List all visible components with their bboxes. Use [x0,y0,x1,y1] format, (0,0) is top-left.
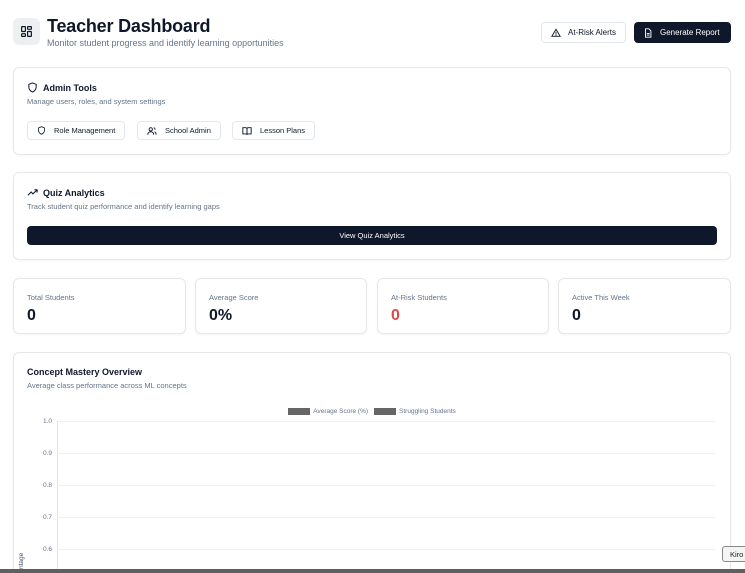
quiz-analytics-heading: Quiz Analytics [27,187,105,198]
stat-value: 0 [27,307,36,324]
stat-card-at-risk-students: At-Risk Students 0 [377,278,549,334]
stat-label: Average Score [209,293,259,302]
users-icon [147,126,157,135]
stat-label: Total Students [27,293,75,302]
alert-triangle-icon [551,27,561,37]
y-tick-label: 1.0 [42,418,52,425]
bottom-bar [0,569,745,573]
trending-up-icon [27,189,38,196]
shield-icon [38,126,45,135]
legend-swatch [288,408,311,415]
page-title: Teacher Dashboard [47,16,211,36]
y-tick-label: 0.6 [42,546,52,553]
shield-icon [28,82,37,93]
gridline [57,485,715,486]
quiz-analytics-card: Quiz Analytics Track student quiz perfor… [13,172,731,260]
book-open-icon [242,126,252,135]
view-quiz-analytics-button[interactable]: View Quiz Analytics [27,226,717,245]
school-admin-label: School Admin [165,126,211,135]
generate-report-button[interactable]: Generate Report [634,22,731,43]
y-tick-label: 0.9 [42,450,52,457]
quiz-analytics-title: Quiz Analytics [43,187,105,198]
legend-label: Struggling Students [399,408,456,415]
page-subtitle: Monitor student progress and identify le… [47,38,284,48]
y-axis-label: ntage [18,552,25,569]
gridline [57,421,715,422]
lesson-plans-label: Lesson Plans [260,126,306,135]
file-text-icon [645,27,652,38]
stat-value: 0 [572,307,581,324]
legend-swatch [374,408,397,415]
lesson-plans-button[interactable]: Lesson Plans [232,121,316,140]
role-management-button[interactable]: Role Management [27,121,126,140]
quiz-analytics-description: Track student quiz performance and ident… [27,202,220,211]
y-tick-label: 0.7 [42,514,52,521]
dashboard-icon [13,18,40,45]
at-risk-alerts-label: At-Risk Alerts [568,28,617,37]
generate-report-label: Generate Report [660,28,720,37]
role-management-label: Role Management [54,126,116,135]
stat-card-active-this-week: Active This Week 0 [558,278,731,334]
stat-label: Active This Week [572,293,630,302]
legend-label: Average Score (%) [313,408,369,415]
gridline [57,517,715,518]
concept-mastery-description: Average class performance across ML conc… [27,381,187,390]
stat-card-total-students: Total Students 0 [13,278,186,334]
legend-item[interactable]: Average Score (%) [288,408,368,415]
y-tick-label: 0.8 [42,482,52,489]
stat-value: 0% [209,307,233,324]
gridline [57,453,715,454]
admin-tools-description: Manage users, roles, and system settings [27,97,166,106]
concept-mastery-card: Concept Mastery Overview Average class p… [13,352,731,573]
chart-legend: Average Score (%) Struggling Students [14,408,730,415]
kiro-tooltip: Kiro [722,546,745,562]
stat-value: 0 [391,307,400,324]
concept-mastery-title: Concept Mastery Overview [27,367,143,377]
gridline [57,549,715,550]
legend-item[interactable]: Struggling Students [374,408,456,415]
admin-tools-title: Admin Tools [43,82,97,93]
stat-card-average-score: Average Score 0% [195,278,367,334]
stat-label: At-Risk Students [391,293,447,302]
admin-tools-card: Admin Tools Manage users, roles, and sys… [13,67,731,155]
at-risk-alerts-button[interactable]: At-Risk Alerts [541,22,627,43]
school-admin-button[interactable]: School Admin [137,121,221,140]
admin-tools-heading: Admin Tools [27,82,97,93]
y-axis-line [57,421,58,573]
